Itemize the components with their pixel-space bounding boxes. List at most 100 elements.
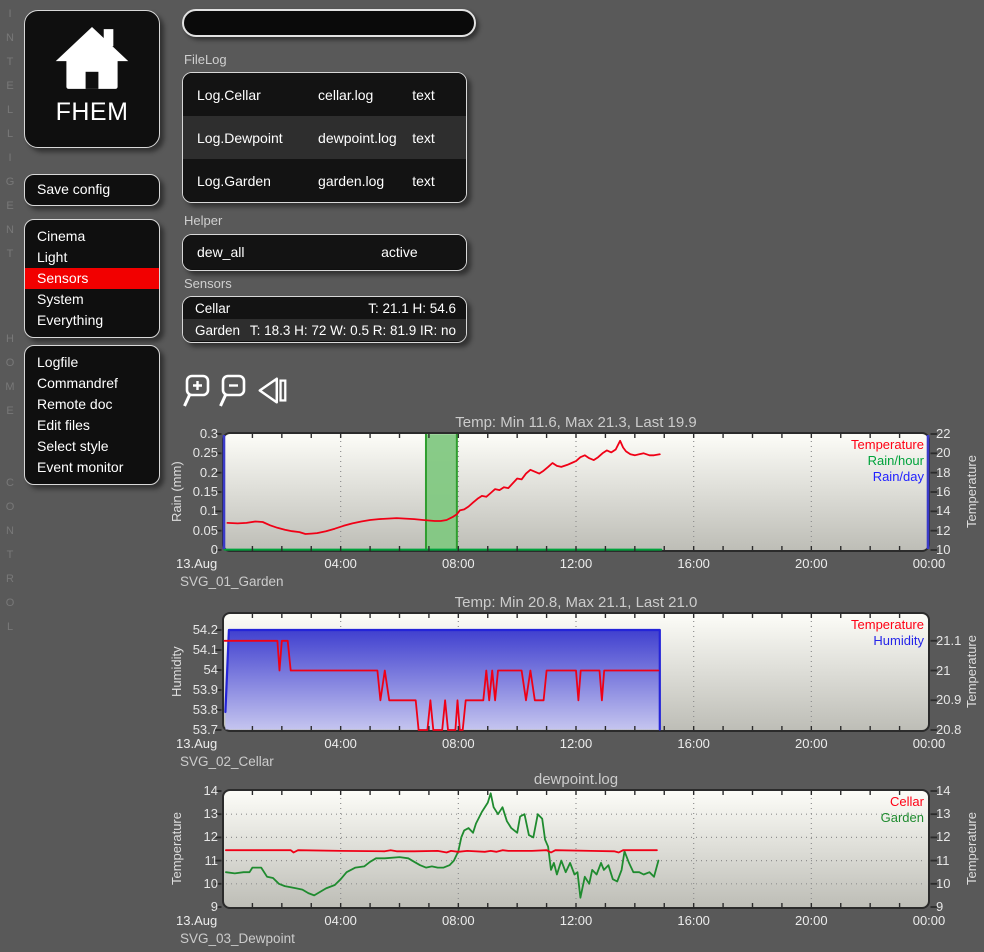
- device-link[interactable]: Log.Garden: [197, 173, 318, 189]
- legend-entry: Rain/day: [851, 469, 924, 485]
- house-icon: [55, 27, 129, 91]
- sensor-row: Cellar T: 21.1 H: 54.6: [183, 297, 466, 319]
- sensors-table: Cellar T: 21.1 H: 54.6 Garden T: 18.3 H:…: [182, 296, 467, 343]
- device-state: active: [381, 235, 418, 269]
- logo-label: FHEM: [25, 98, 159, 127]
- chart-caption: SVG_02_Cellar: [180, 754, 274, 769]
- left-axis-label: Humidity: [169, 612, 184, 732]
- legend-entry: Cellar: [881, 794, 924, 810]
- chart-legend: CellarGarden: [881, 794, 924, 826]
- x-axis-tick: 16:00: [662, 913, 726, 928]
- x-axis-tick: 04:00: [309, 556, 373, 571]
- vertical-word-home: HOME: [4, 333, 16, 429]
- room-menu: Cinema Light Sensors System Everything: [24, 219, 160, 338]
- filelog-row: Log.Cellar cellar.log text: [183, 73, 466, 116]
- left-axis-label: Rain (mm): [169, 432, 184, 552]
- legend-entry: Temperature: [851, 617, 924, 633]
- chart-plot[interactable]: [214, 432, 938, 552]
- device-link[interactable]: Log.Dewpoint: [197, 130, 318, 146]
- chart-title: Temp: Min 11.6, Max 21.3, Last 19.9: [222, 414, 930, 431]
- x-axis-tick: 00:00: [897, 736, 961, 751]
- y-axis-tick-left: 54: [184, 662, 218, 677]
- x-axis-tick: 20:00: [779, 736, 843, 751]
- filelog-section-label: FileLog: [184, 52, 227, 67]
- sidebar-item-sensors[interactable]: Sensors: [25, 268, 159, 289]
- sidebar-item-system[interactable]: System: [25, 289, 159, 310]
- chart-plot[interactable]: [214, 789, 938, 909]
- right-axis-label: Temperature: [964, 432, 979, 552]
- x-axis-tick: 13.Aug: [176, 736, 240, 751]
- y-axis-tick-left: 0.2: [184, 465, 218, 480]
- vertical-word-control: CONTROL: [4, 477, 16, 645]
- chart-svg-02-cellar[interactable]: Temp: Min 20.8, Max 21.1, Last 21.053.75…: [176, 594, 982, 772]
- x-axis-tick: 20:00: [779, 556, 843, 571]
- chart-title: Temp: Min 20.8, Max 21.1, Last 21.0: [222, 594, 930, 611]
- x-axis-tick: 04:00: [309, 913, 373, 928]
- device-link[interactable]: Garden: [195, 323, 240, 338]
- x-axis-tick: 00:00: [897, 913, 961, 928]
- right-axis-label: Temperature: [964, 612, 979, 732]
- step-back-button[interactable]: [256, 372, 290, 410]
- filelog-row: Log.Dewpoint dewpoint.log text: [183, 116, 466, 159]
- helper-section-label: Helper: [184, 213, 222, 228]
- y-axis-tick-left: 54.2: [184, 622, 218, 637]
- right-axis-label: Temperature: [964, 789, 979, 909]
- sidebar-item-everything[interactable]: Everything: [25, 310, 159, 331]
- legend-entry: Temperature: [851, 437, 924, 453]
- zoom-out-button[interactable]: [218, 372, 252, 410]
- magnifier-minus-icon: [218, 372, 252, 410]
- sidebar-item-remote-doc[interactable]: Remote doc: [25, 394, 159, 415]
- y-axis-tick-left: 11: [184, 853, 218, 868]
- x-axis-tick: 12:00: [544, 556, 608, 571]
- x-axis-tick: 12:00: [544, 913, 608, 928]
- log-text-link[interactable]: text: [412, 173, 466, 189]
- filelog-table: Log.Cellar cellar.log text Log.Dewpoint …: [182, 72, 467, 203]
- sidebar-item-cinema[interactable]: Cinema: [25, 226, 159, 247]
- device-link[interactable]: Log.Cellar: [197, 87, 318, 103]
- x-axis-tick: 08:00: [426, 736, 490, 751]
- sensor-row: Garden T: 18.3 H: 72 W: 0.5 R: 81.9 IR: …: [183, 319, 466, 341]
- log-text-link[interactable]: text: [412, 130, 466, 146]
- chart-svg-01-garden[interactable]: Temp: Min 11.6, Max 21.3, Last 19.900.05…: [176, 414, 982, 592]
- sidebar-item-logfile[interactable]: Logfile: [25, 352, 159, 373]
- zoom-in-button[interactable]: [182, 372, 216, 410]
- filelog-row: Log.Garden garden.log text: [183, 159, 466, 202]
- chart-caption: SVG_03_Dewpoint: [180, 931, 295, 946]
- y-axis-tick-left: 0.05: [184, 523, 218, 538]
- x-axis-tick: 16:00: [662, 736, 726, 751]
- sidebar-item-commandref[interactable]: Commandref: [25, 373, 159, 394]
- y-axis-tick-left: 54.1: [184, 642, 218, 657]
- device-state: T: 18.3 H: 72 W: 0.5 R: 81.9 IR: no: [250, 323, 456, 338]
- vertical-word-intelligent: INTELLIGENT: [4, 8, 16, 272]
- back-arrow-icon: [256, 372, 290, 410]
- legend-entry: Rain/hour: [851, 453, 924, 469]
- x-axis-tick: 00:00: [897, 556, 961, 571]
- chart-title: dewpoint.log: [222, 771, 930, 788]
- chart-svg-03-dewpoint[interactable]: dewpoint.log9101112131491011121314Temper…: [176, 771, 982, 949]
- sidebar-item-edit-files[interactable]: Edit files: [25, 415, 159, 436]
- helper-table: dew_all active: [182, 234, 467, 271]
- device-link[interactable]: Cellar: [195, 301, 230, 316]
- legend-entry: Garden: [881, 810, 924, 826]
- y-axis-tick-left: 10: [184, 876, 218, 891]
- fhem-page: { "sidebar": { "vertical_words": ["INTEL…: [0, 0, 984, 952]
- sidebar-item-light[interactable]: Light: [25, 247, 159, 268]
- y-axis-tick-left: 12: [184, 829, 218, 844]
- sidebar-item-event-monitor[interactable]: Event monitor: [25, 457, 159, 478]
- fhem-logo: FHEM: [24, 10, 160, 148]
- log-text-link[interactable]: text: [412, 87, 466, 103]
- x-axis-tick: 20:00: [779, 913, 843, 928]
- save-config-button[interactable]: Save config: [24, 174, 160, 206]
- y-axis-tick-left: 53.8: [184, 702, 218, 717]
- y-axis-tick-left: 13: [184, 806, 218, 821]
- y-axis-tick-left: 53.9: [184, 682, 218, 697]
- log-file-name: dewpoint.log: [318, 130, 412, 146]
- chart-plot[interactable]: [214, 612, 938, 732]
- device-link[interactable]: dew_all: [197, 244, 244, 260]
- left-axis-label: Temperature: [169, 789, 184, 909]
- legend-entry: Humidity: [851, 633, 924, 649]
- sidebar-item-select-style[interactable]: Select style: [25, 436, 159, 457]
- y-axis-tick-left: 0.25: [184, 445, 218, 460]
- y-axis-tick-left: 14: [184, 783, 218, 798]
- command-input[interactable]: [182, 9, 476, 37]
